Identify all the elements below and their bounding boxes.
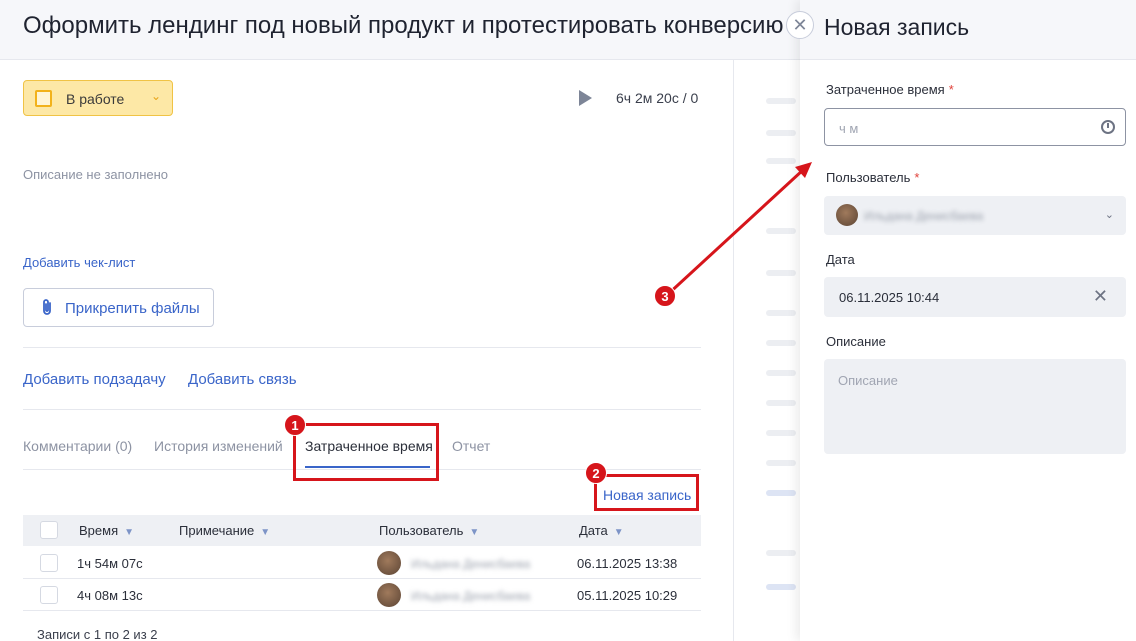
date-input[interactable]: 06.11.2025 10:44 ✕ xyxy=(824,277,1126,317)
chevron-down-icon: ▼ xyxy=(124,527,135,538)
placeholder-line xyxy=(766,270,796,276)
drawer-title: Новая запись xyxy=(824,14,970,40)
spent-time-placeholder: ч м xyxy=(839,121,859,136)
x-icon[interactable]: ✕ xyxy=(1093,286,1108,307)
divider xyxy=(23,409,701,410)
add-checklist-link[interactable]: Добавить чек-лист xyxy=(23,255,135,270)
avatar xyxy=(377,583,401,607)
timer-value: 6ч 2м 20с / 0 xyxy=(616,90,699,106)
divider xyxy=(23,347,701,348)
column-header-note[interactable]: Примечание ▼ xyxy=(179,523,270,538)
placeholder-line xyxy=(766,370,796,376)
column-header-user[interactable]: Пользователь ▼ xyxy=(379,523,479,538)
annotation-box-2 xyxy=(594,474,699,511)
row-time: 4ч 08м 13с xyxy=(77,588,143,603)
play-icon[interactable] xyxy=(579,90,592,106)
placeholder-line xyxy=(766,584,796,590)
close-icon[interactable]: ✕ xyxy=(786,11,814,39)
chevron-down-icon: ▼ xyxy=(613,527,624,538)
placeholder-line xyxy=(766,310,796,316)
row-time: 1ч 54м 07с xyxy=(77,556,143,571)
select-all-checkbox[interactable] xyxy=(40,521,58,539)
placeholder-line xyxy=(766,430,796,436)
side-panel-faded xyxy=(733,60,801,641)
tab-report[interactable]: Отчет xyxy=(452,438,490,454)
row-checkbox[interactable] xyxy=(40,586,58,604)
description-placeholder: Описание xyxy=(838,373,898,388)
annotation-badge-3: 3 xyxy=(654,285,676,307)
placeholder-line xyxy=(766,228,796,234)
description-empty[interactable]: Описание не заполнено xyxy=(23,167,168,182)
drawer-header: Новая запись xyxy=(800,0,1136,60)
date-label: Дата xyxy=(826,252,855,267)
add-subtask-link[interactable]: Добавить подзадачу xyxy=(23,371,166,388)
status-label: В работе xyxy=(66,91,125,107)
chevron-down-icon: ⌄ xyxy=(151,89,162,103)
description-label: Описание xyxy=(826,334,886,349)
placeholder-line xyxy=(766,400,796,406)
column-header-date[interactable]: Дата ▼ xyxy=(579,523,624,538)
annotation-badge-2: 2 xyxy=(585,462,607,484)
user-label: Пользователь * xyxy=(826,170,920,185)
date-value: 06.11.2025 10:44 xyxy=(839,290,940,305)
chevron-down-icon: ▼ xyxy=(260,527,271,538)
table-header: Время ▼ Примечание ▼ Пользователь ▼ Дата ▼ xyxy=(23,515,701,546)
row-user: Ильдана Денисбаева xyxy=(411,589,531,603)
annotation-badge-1: 1 xyxy=(284,414,306,436)
task-title: Оформить лендинг под новый продукт и про… xyxy=(23,12,784,39)
attach-files-label: Прикрепить файлы xyxy=(65,300,200,317)
description-textarea[interactable]: Описание xyxy=(824,359,1126,454)
user-select[interactable]: Ильдана Денисбаева ⌄ xyxy=(824,196,1126,235)
tab-history[interactable]: История изменений xyxy=(154,438,283,454)
row-user: Ильдана Денисбаева xyxy=(411,557,531,571)
placeholder-line xyxy=(766,550,796,556)
placeholder-line xyxy=(766,98,796,104)
placeholder-line xyxy=(766,158,796,164)
tab-comments[interactable]: Комментарии (0) xyxy=(23,438,132,454)
attach-files-button[interactable]: Прикрепить файлы xyxy=(23,288,214,327)
table-row[interactable]: 4ч 08м 13с Ильдана Денисбаева 05.11.2025… xyxy=(23,579,701,611)
row-date: 05.11.2025 10:29 xyxy=(577,588,678,603)
avatar xyxy=(377,551,401,575)
status-checkbox[interactable] xyxy=(35,90,52,107)
new-record-drawer: Новая запись Затраченное время * ч м Поль… xyxy=(800,0,1136,641)
placeholder-line xyxy=(766,130,796,136)
table-row[interactable]: 1ч 54м 07с Ильдана Денисбаева 06.11.2025… xyxy=(23,547,701,579)
annotation-box-1 xyxy=(293,423,439,481)
placeholder-line xyxy=(766,460,796,466)
page: Оформить лендинг под новый продукт и про… xyxy=(0,0,1136,641)
spent-time-label: Затраченное время * xyxy=(826,82,954,97)
spent-time-input[interactable]: ч м xyxy=(824,108,1126,146)
row-checkbox[interactable] xyxy=(40,554,58,572)
user-value: Ильдана Денисбаева xyxy=(864,209,984,223)
paperclip-icon xyxy=(40,298,54,321)
clock-icon[interactable] xyxy=(1101,120,1115,134)
chevron-down-icon: ⌄ xyxy=(1104,209,1114,221)
row-date: 06.11.2025 13:38 xyxy=(577,556,678,571)
placeholder-line xyxy=(766,490,796,496)
pagination-info: Записи с 1 по 2 из 2 xyxy=(37,627,158,641)
avatar xyxy=(836,204,858,226)
status-dropdown[interactable]: В работе ⌄ xyxy=(23,80,173,116)
placeholder-line xyxy=(766,340,796,346)
chevron-down-icon: ▼ xyxy=(469,527,480,538)
column-header-time[interactable]: Время ▼ xyxy=(79,523,134,538)
add-relation-link[interactable]: Добавить связь xyxy=(188,371,297,388)
